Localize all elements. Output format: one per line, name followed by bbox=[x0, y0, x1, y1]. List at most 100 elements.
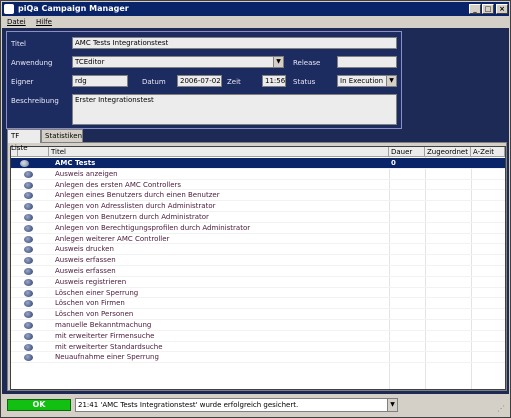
column-header-a-zeit[interactable]: A-Zeit bbox=[471, 147, 505, 157]
eigner-label: Eigner bbox=[11, 78, 34, 86]
row-title: mit erweiterter Firmensuche bbox=[55, 331, 155, 340]
tf-list-panel: Titel Dauer Zugeordnet A-Zeit AMC Tests 0… bbox=[7, 142, 507, 391]
status-message: 21:41 'AMC Tests Integrationstest' wurde… bbox=[78, 401, 299, 409]
release-label: Release bbox=[293, 59, 321, 67]
table-row[interactable]: Löschen von Firmen bbox=[11, 298, 505, 310]
table-row[interactable]: Ausweis erfassen bbox=[11, 266, 505, 277]
testcase-status-icon bbox=[24, 300, 33, 308]
beschreibung-label: Beschreibung bbox=[11, 97, 59, 105]
row-title: Ausweis drucken bbox=[55, 245, 114, 254]
table-row[interactable]: Anlegen von Berechtigungsprofilen durch … bbox=[11, 223, 505, 234]
testfall-table[interactable]: Titel Dauer Zugeordnet A-Zeit AMC Tests 0… bbox=[10, 146, 506, 390]
app-window: piQa Campaign Manager _ □ × Datei Hilfe … bbox=[0, 0, 511, 418]
row-title: Anlegen des ersten AMC Controllers bbox=[55, 180, 182, 189]
column-header-zugeordnet[interactable]: Zugeordnet bbox=[425, 147, 471, 157]
table-row[interactable]: Ausweis anzeigen bbox=[11, 169, 505, 180]
table-row[interactable]: Neuaufnahme einer Sperrung bbox=[11, 352, 505, 364]
eigner-field[interactable]: rdg bbox=[72, 75, 128, 87]
status-message-select[interactable]: 21:41 'AMC Tests Integrationstest' wurde… bbox=[75, 398, 398, 412]
testcase-status-icon bbox=[24, 332, 33, 340]
campaign-form: Titel AMC Tests Integrationstest Anwendu… bbox=[6, 31, 402, 129]
table-row[interactable]: Ausweis erfassen bbox=[11, 255, 505, 266]
table-row[interactable]: manuelle Bekanntmachung bbox=[11, 320, 505, 331]
datum-label: Datum bbox=[142, 78, 166, 86]
row-title: Anlegen von Berechtigungsprofilen durch … bbox=[55, 223, 251, 232]
row-title: manuelle Bekanntmachung bbox=[55, 321, 152, 329]
titel-label: Titel bbox=[11, 40, 27, 48]
table-row[interactable]: Löschen einer Sperrung bbox=[11, 288, 505, 299]
testcase-status-icon bbox=[24, 224, 33, 232]
column-header-titel[interactable]: Titel bbox=[49, 147, 389, 157]
row-title: Löschen von Firmen bbox=[55, 299, 125, 308]
row-title: Ausweis erfassen bbox=[55, 267, 116, 275]
menu-hilfe[interactable]: Hilfe bbox=[36, 16, 52, 28]
status-value: In Execution bbox=[340, 77, 384, 85]
table-row[interactable]: Ausweis registrieren bbox=[11, 277, 505, 288]
chevron-down-icon[interactable]: ▼ bbox=[386, 76, 396, 86]
table-row[interactable]: Anlegen von Adresslisten durch Administr… bbox=[11, 201, 505, 212]
testcase-status-icon bbox=[24, 354, 33, 362]
titel-field[interactable]: AMC Tests Integrationstest bbox=[72, 37, 397, 49]
testcase-status-icon bbox=[24, 170, 33, 178]
testcase-status-icon bbox=[24, 214, 33, 221]
minimize-icon[interactable]: _ bbox=[469, 4, 481, 14]
testcase-status-icon bbox=[24, 192, 33, 200]
table-row[interactable]: AMC Tests 0 bbox=[11, 158, 505, 169]
table-row[interactable]: Anlegen eines Benutzers durch einen Benu… bbox=[11, 190, 505, 202]
tab-tf-liste[interactable]: TF Liste bbox=[7, 129, 41, 152]
testcase-status-icon bbox=[24, 257, 33, 265]
chevron-down-icon[interactable]: ▼ bbox=[387, 399, 397, 411]
testcase-status-icon bbox=[24, 181, 33, 189]
row-title: Löschen einer Sperrung bbox=[55, 288, 139, 297]
status-select[interactable]: In Execution ▼ bbox=[337, 75, 397, 87]
menu-datei[interactable]: Datei bbox=[7, 16, 26, 28]
row-title: Ausweis registrieren bbox=[55, 277, 127, 286]
chevron-down-icon[interactable]: ▼ bbox=[273, 57, 283, 67]
table-row[interactable]: Ausweis drucken bbox=[11, 244, 505, 256]
testcase-status-icon bbox=[24, 322, 33, 329]
resize-grip-icon[interactable]: ⋰ bbox=[497, 404, 507, 414]
row-title: Neuaufnahme einer Sperrung bbox=[55, 353, 159, 362]
table-row[interactable]: mit erweiterter Firmensuche bbox=[11, 331, 505, 342]
table-row[interactable]: Anlegen weiterer AMC Controller bbox=[11, 234, 505, 245]
anwendung-label: Anwendung bbox=[11, 59, 53, 67]
row-dauer: 0 bbox=[391, 159, 396, 167]
beschreibung-field[interactable]: Erster Integrationstest bbox=[72, 94, 397, 125]
testcase-status-icon bbox=[24, 289, 33, 297]
menu-bar: Datei Hilfe bbox=[2, 16, 509, 28]
title-bar[interactable]: piQa Campaign Manager _ □ × bbox=[2, 2, 509, 16]
testcase-status-icon bbox=[24, 203, 33, 211]
maximize-icon[interactable]: □ bbox=[482, 4, 494, 14]
table-row[interactable]: Anlegen von Benutzern durch Administrato… bbox=[11, 212, 505, 223]
anwendung-select[interactable]: TCEditor ▼ bbox=[72, 56, 284, 68]
close-icon[interactable]: × bbox=[496, 4, 508, 14]
row-title: Anlegen von Adresslisten durch Administr… bbox=[55, 202, 216, 211]
status-label: Status bbox=[293, 78, 316, 86]
zeit-field[interactable]: 11:56 bbox=[262, 75, 286, 87]
testcase-status-icon bbox=[20, 160, 29, 167]
datum-field[interactable]: 2006-07-02 bbox=[177, 75, 222, 87]
table-row[interactable]: mit erweiterter Standardsuche bbox=[11, 342, 505, 353]
column-header-dauer[interactable]: Dauer bbox=[389, 147, 425, 157]
row-title: Anlegen eines Benutzers durch einen Benu… bbox=[55, 191, 220, 200]
row-title: Anlegen weiterer AMC Controller bbox=[55, 234, 170, 243]
row-title: Anlegen von Benutzern durch Administrato… bbox=[55, 213, 209, 221]
app-icon bbox=[4, 4, 14, 14]
row-title: Ausweis anzeigen bbox=[55, 169, 118, 178]
testcase-status-icon bbox=[24, 268, 33, 275]
table-row[interactable]: Anlegen des ersten AMC Controllers bbox=[11, 180, 505, 191]
window-title: piQa Campaign Manager bbox=[18, 4, 129, 13]
row-title: mit erweiterter Standardsuche bbox=[55, 342, 163, 351]
table-row[interactable]: Löschen von Personen bbox=[11, 309, 505, 320]
main-panel: Titel AMC Tests Integrationstest Anwendu… bbox=[2, 28, 509, 394]
testcase-status-icon bbox=[24, 246, 33, 254]
ok-status-badge: OK bbox=[7, 399, 71, 411]
row-title: AMC Tests bbox=[55, 159, 96, 167]
testcase-status-icon bbox=[24, 235, 33, 243]
testcase-status-icon bbox=[24, 278, 33, 286]
row-title: Ausweis erfassen bbox=[55, 256, 116, 265]
release-field[interactable] bbox=[337, 56, 397, 68]
tab-statistiken[interactable]: Statistiken bbox=[41, 129, 83, 142]
testcase-status-icon bbox=[24, 311, 33, 319]
anwendung-value: TCEditor bbox=[75, 58, 105, 66]
